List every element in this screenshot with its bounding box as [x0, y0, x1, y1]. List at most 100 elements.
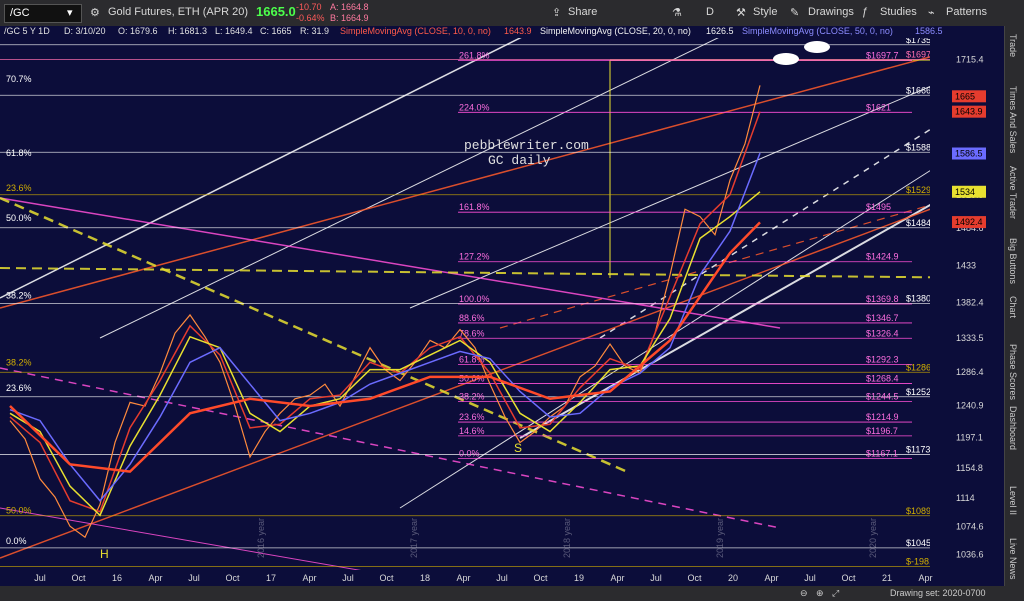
x-tick-label: Apr	[918, 573, 932, 583]
bar-r: R: 31.9	[300, 26, 330, 36]
price-tag-label: 1665	[955, 91, 975, 101]
fib-right-value: $1697.7	[866, 51, 899, 61]
tab-dashboard[interactable]: Dashboard	[1008, 406, 1018, 450]
y-tick-label: 1240.9	[956, 400, 984, 410]
symbol-text: /GC	[10, 7, 30, 19]
studies-button[interactable]: Studies	[880, 6, 917, 18]
x-tick-label: Jul	[804, 573, 816, 583]
y-tick-label: 1333.5	[956, 333, 984, 343]
fib-right-value: $1268.4	[866, 373, 899, 383]
fib-left-label: 38.2%	[6, 290, 32, 300]
drawings-button[interactable]: Drawings	[808, 6, 854, 18]
y-tick-label: 1286.4	[956, 367, 984, 377]
marker-ellipse-1	[773, 53, 799, 65]
studies-icon[interactable]: ƒ	[862, 6, 868, 18]
price-change-pct: -0.64%	[296, 13, 325, 23]
style-button[interactable]: Style	[753, 6, 777, 18]
fib-right-value: $1495	[866, 202, 891, 212]
x-tick-label: Oct	[225, 573, 240, 583]
y-tick-label: 1114	[956, 493, 975, 503]
x-tick-label: Apr	[610, 573, 624, 583]
y-tick-label: 1433	[956, 260, 976, 270]
fib-right-value: $1292.3	[866, 354, 899, 364]
x-tick-label: Apr	[764, 573, 778, 583]
tab-times-and-sales[interactable]: Times And Sales	[1008, 86, 1018, 153]
x-tick-label: Oct	[533, 573, 548, 583]
symbol-selector[interactable]: /GC ▾	[4, 4, 82, 23]
bar-close: C: 1665	[260, 26, 292, 36]
x-tick-label: Oct	[841, 573, 856, 583]
flask-icon[interactable]: ⚗	[672, 6, 682, 19]
patterns-icon[interactable]: ⌁	[928, 6, 935, 19]
pencil-icon[interactable]: ✎	[790, 6, 799, 19]
right-side-panel: Trade Times And Sales Active Trader Big But…	[1004, 26, 1024, 586]
cursor-icon[interactable]: ⤢	[832, 588, 839, 599]
zoom-in-icon[interactable]: ⊕	[816, 588, 824, 599]
top-toolbar: /GC ▾ ⚙ Gold Futures, ETH (APR 20) 1665.…	[0, 0, 1024, 27]
fib-right-pct: 0.0%	[459, 448, 480, 458]
patterns-button[interactable]: Patterns	[946, 6, 987, 18]
price-tag-label: 1534	[955, 187, 975, 197]
tab-trade[interactable]: Trade	[1008, 34, 1018, 57]
year-label: 2017 year	[409, 518, 419, 558]
x-tick-label: Apr	[302, 573, 316, 583]
share-button[interactable]: Share	[568, 6, 597, 18]
last-price: 1665.0	[256, 4, 296, 19]
x-tick-label: Jul	[188, 573, 200, 583]
tab-live-news[interactable]: Live News	[1008, 538, 1018, 580]
price-tag-label: 1492.4	[955, 217, 983, 227]
fib-left-label: 23.6%	[6, 183, 32, 193]
y-axis: 1036.6 1074.6 1114 1154.8 1197.1 1240.9 1286.4…	[930, 38, 1004, 586]
tab-phase-scores[interactable]: Phase Scores	[1008, 344, 1018, 400]
year-label: 2019 year	[715, 518, 725, 558]
x-tick-label: Apr	[456, 573, 470, 583]
fib-right-pct: 23.6%	[459, 412, 485, 422]
style-icon[interactable]: ⚒	[736, 6, 746, 19]
fib-right-pct: 127.2%	[459, 252, 490, 262]
price-change: -10.70	[296, 2, 322, 12]
x-tick-label: Oct	[71, 573, 86, 583]
fib-right-pct: 161.8%	[459, 202, 490, 212]
x-tick-label: Oct	[379, 573, 394, 583]
gear-icon[interactable]: ⚙	[90, 6, 100, 19]
tab-big-buttons[interactable]: Big Buttons	[1008, 238, 1018, 284]
fib-right-value: $1214.9	[866, 412, 899, 422]
period-button[interactable]: D	[706, 6, 714, 18]
fib-left-label: 38.2%	[6, 357, 32, 367]
bar-date: D: 3/10/20	[64, 26, 106, 36]
zoom-out-icon[interactable]: ⊖	[800, 588, 808, 599]
x-tick-label: 16	[112, 573, 122, 583]
drawing-set-label: Drawing set: 2020-0700	[890, 588, 986, 598]
sma10-value: 1643.9	[504, 26, 532, 36]
share-icon[interactable]: ⇪	[552, 6, 561, 19]
fib-right-value: $1621	[866, 102, 891, 112]
chart-id: /GC 5 Y 1D	[4, 26, 50, 36]
fib-left-label: 61.8%	[6, 148, 32, 158]
y-axis-background	[930, 38, 1004, 586]
year-label: 2020 year	[868, 518, 878, 558]
tab-active-trader[interactable]: Active Trader	[1008, 166, 1018, 219]
fib-right-value: $1369.8	[866, 294, 899, 304]
price-tag-label: 1643.9	[955, 107, 983, 117]
fib-left-label: 0.0%	[6, 536, 27, 546]
bottom-bar: Drawing set: 2020-0700 ⊖ ⊕ ⤢	[0, 586, 1024, 601]
chart-info-bar: /GC 5 Y 1D D: 3/10/20 O: 1679.6 H: 1681.…	[0, 26, 1004, 38]
tab-level-ii[interactable]: Level II	[1008, 486, 1018, 515]
price-tag-label: 1586.5	[955, 149, 983, 159]
fib-right-value: $1346.7	[866, 313, 899, 323]
x-tick-label: 17	[266, 573, 276, 583]
y-tick-label: 1382.4	[956, 297, 984, 307]
y-tick-label: 1074.6	[956, 522, 984, 532]
fib-left-label: 23.6%	[6, 383, 32, 393]
fib-right-value: $1244.5	[866, 392, 899, 402]
fib-right-pct: 88.6%	[459, 313, 485, 323]
y-tick-label: 1197.1	[956, 432, 983, 442]
pivot-s-label: S	[514, 441, 522, 455]
fib-right-pct: 50.0%	[459, 373, 485, 383]
tab-chart[interactable]: Chart	[1008, 296, 1018, 318]
year-label: 2018 year	[562, 518, 572, 558]
price-chart[interactable]: $1735.7$1697.7$1666.4$1588.2$1529.9$1484…	[0, 38, 1004, 586]
chevron-down-icon: ▾	[67, 7, 73, 19]
sma50-label: SimpleMovingAvg (CLOSE, 50, 0, no)	[742, 26, 893, 36]
x-tick-label: Apr	[148, 573, 162, 583]
